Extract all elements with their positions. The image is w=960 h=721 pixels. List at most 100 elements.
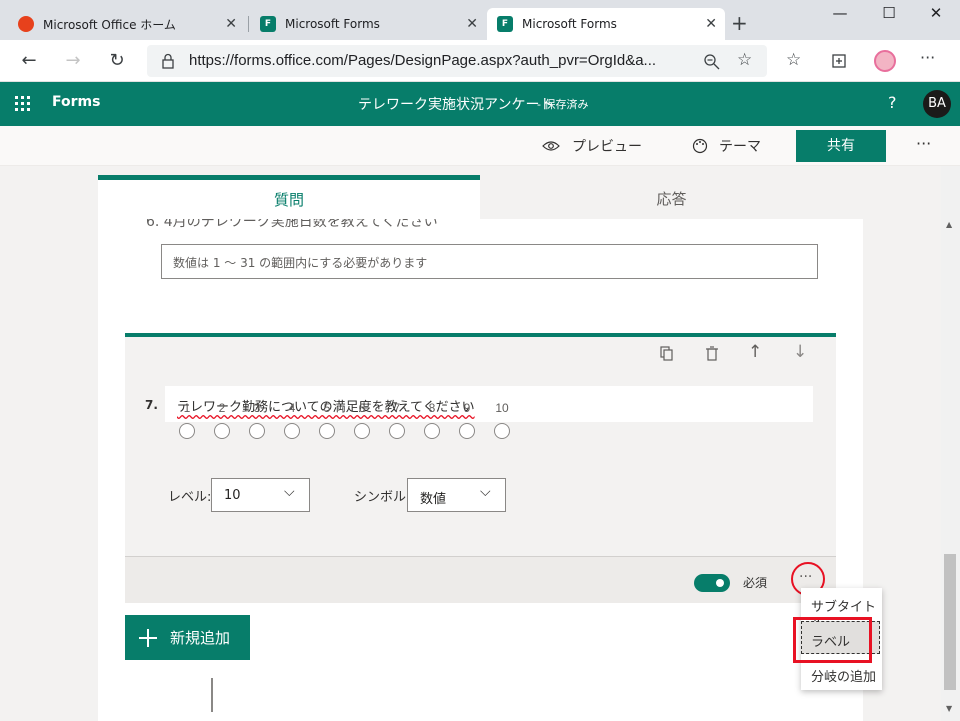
- save-status: - 保存済み: [537, 98, 589, 111]
- rating-radio-10[interactable]: [494, 423, 510, 439]
- eye-icon: [542, 141, 560, 151]
- profile-avatar[interactable]: [874, 50, 896, 72]
- number-answer-placeholder: 数値は 1 ～ 31 の範囲内にする必要があります: [173, 256, 428, 270]
- favorite-star-icon[interactable]: ☆: [737, 50, 752, 70]
- tab-title: Microsoft Forms: [522, 17, 617, 31]
- prev-question-title: 6. 4月のテレワーク実施日数を教えてください: [146, 219, 438, 230]
- rating-radio-7[interactable]: [389, 423, 405, 439]
- rating-label-6: 6: [358, 401, 366, 415]
- tab-questions[interactable]: 質問: [98, 175, 480, 219]
- highlight-box: [793, 617, 872, 663]
- close-window-button[interactable]: ✕: [913, 4, 959, 22]
- app-launcher-icon[interactable]: [15, 96, 31, 112]
- url-text: https://forms.office.com/Pages/DesignPag…: [189, 52, 657, 69]
- forms-icon: F: [260, 16, 276, 32]
- forward-button[interactable]: →: [60, 48, 86, 74]
- theme-label: テーマ: [719, 139, 761, 155]
- rating-radio-8[interactable]: [424, 423, 440, 439]
- rating-radio-6[interactable]: [354, 423, 370, 439]
- symbol-dropdown[interactable]: 数値 ⌵: [407, 478, 506, 512]
- rating-label-3: 3: [253, 401, 261, 415]
- scroll-up-icon[interactable]: ▲: [946, 220, 952, 229]
- browser-tab-forms-active[interactable]: F Microsoft Forms ✕: [487, 8, 725, 40]
- lock-icon: [162, 53, 174, 69]
- close-icon[interactable]: ✕: [466, 16, 478, 32]
- browser-tab-forms-1[interactable]: F Microsoft Forms ✕: [250, 8, 486, 40]
- app-name[interactable]: Forms: [52, 94, 100, 110]
- tab-title: Microsoft Forms: [285, 17, 380, 31]
- close-icon[interactable]: ✕: [705, 16, 717, 32]
- zoom-icon[interactable]: [703, 53, 721, 71]
- menu-item-subtitle[interactable]: サブタイトル: [801, 596, 882, 634]
- question-number: 7.: [145, 398, 158, 412]
- browser-tab-strip: Microsoft Office ホーム ✕ F Microsoft Forms…: [0, 0, 960, 40]
- rating-label-7: 7: [393, 401, 401, 415]
- user-avatar[interactable]: BA: [923, 90, 951, 118]
- move-down-icon[interactable]: ↓: [793, 342, 807, 362]
- rating-label-2: 2: [218, 401, 226, 415]
- browser-tab-office-home[interactable]: Microsoft Office ホーム ✕: [8, 8, 245, 40]
- help-icon[interactable]: ?: [888, 93, 897, 112]
- close-icon[interactable]: ✕: [225, 16, 237, 32]
- level-label: レベル:: [168, 490, 212, 505]
- copy-icon[interactable]: [659, 346, 675, 362]
- add-new-label: 新規追加: [170, 629, 231, 647]
- maximize-button[interactable]: ☐: [866, 4, 912, 22]
- scroll-down-icon[interactable]: ▼: [946, 704, 952, 713]
- question-tabs: 質問 応答: [98, 175, 863, 219]
- browser-menu-icon[interactable]: ···: [920, 48, 935, 67]
- required-label: 必須: [743, 576, 768, 590]
- url-field[interactable]: https://forms.office.com/Pages/DesignPag…: [147, 45, 767, 77]
- refresh-button[interactable]: ↻: [104, 48, 130, 74]
- active-question-bar: [125, 333, 836, 337]
- rating-label-1: 1: [183, 401, 191, 415]
- theme-button[interactable]: テーマ: [692, 136, 761, 156]
- rating-label-9: 9: [463, 401, 471, 415]
- preview-label: プレビュー: [572, 139, 642, 155]
- rating-radio-2[interactable]: [214, 423, 230, 439]
- rating-radio-4[interactable]: [284, 423, 300, 439]
- add-new-button[interactable]: 新規追加: [125, 615, 250, 660]
- delete-icon[interactable]: [704, 346, 720, 362]
- more-options-icon: ···: [799, 569, 813, 585]
- menu-item-add-branching[interactable]: 分岐の追加: [801, 666, 882, 688]
- rating-label-4: 4: [288, 401, 296, 415]
- tab-responses[interactable]: 応答: [480, 175, 863, 219]
- tab-separator: [248, 16, 249, 32]
- rating-radio-1[interactable]: [179, 423, 195, 439]
- share-button[interactable]: 共有: [796, 130, 886, 162]
- form-title: テレワーク実施状況アンケート: [358, 97, 554, 113]
- preview-button[interactable]: プレビュー: [542, 136, 642, 156]
- tab-title: Microsoft Office ホーム: [43, 17, 176, 32]
- more-options-icon[interactable]: ···: [916, 134, 931, 153]
- toggle-knob: [716, 579, 724, 587]
- rating-radio-5[interactable]: [319, 423, 335, 439]
- new-tab-button[interactable]: +: [731, 11, 748, 35]
- rating-radio-3[interactable]: [249, 423, 265, 439]
- level-dropdown[interactable]: 10 ⌵: [211, 478, 310, 512]
- prev-question-title-clip: 6. 4月のテレワーク実施日数を教えてください: [98, 219, 863, 233]
- required-toggle[interactable]: [694, 574, 730, 592]
- plus-icon: [139, 628, 157, 647]
- command-bar: プレビュー テーマ 共有 ···: [0, 126, 960, 166]
- move-up-icon[interactable]: ↑: [748, 342, 762, 362]
- page-scrollbar[interactable]: ▲ ▼: [941, 166, 960, 721]
- minimize-button[interactable]: —: [817, 4, 863, 22]
- chevron-down-icon: ⌵: [284, 484, 295, 500]
- number-answer-input[interactable]: 数値は 1 ～ 31 の範囲内にする必要があります: [161, 244, 818, 279]
- rating-radio-9[interactable]: [459, 423, 475, 439]
- office-icon: [18, 16, 34, 32]
- rating-label-5: 5: [323, 401, 331, 415]
- forms-icon: F: [497, 16, 513, 32]
- chevron-down-icon: ⌵: [480, 484, 491, 500]
- address-bar: ← → ↻ https://forms.office.com/Pages/Des…: [0, 40, 960, 82]
- rating-label-10: 10: [495, 401, 509, 415]
- back-button[interactable]: ←: [16, 48, 42, 74]
- scrollbar-thumb[interactable]: [944, 554, 956, 690]
- symbol-label: シンボル:: [354, 490, 411, 505]
- question-7-editor: ↑ ↓ 7. テレワーク勤務についての満足度を教えてください 1 2 3 4 5…: [125, 333, 836, 712]
- level-value: 10: [224, 488, 241, 503]
- symbol-value: 数値: [420, 492, 447, 507]
- favorites-icon[interactable]: ☆: [786, 50, 801, 70]
- collections-icon[interactable]: [830, 52, 848, 70]
